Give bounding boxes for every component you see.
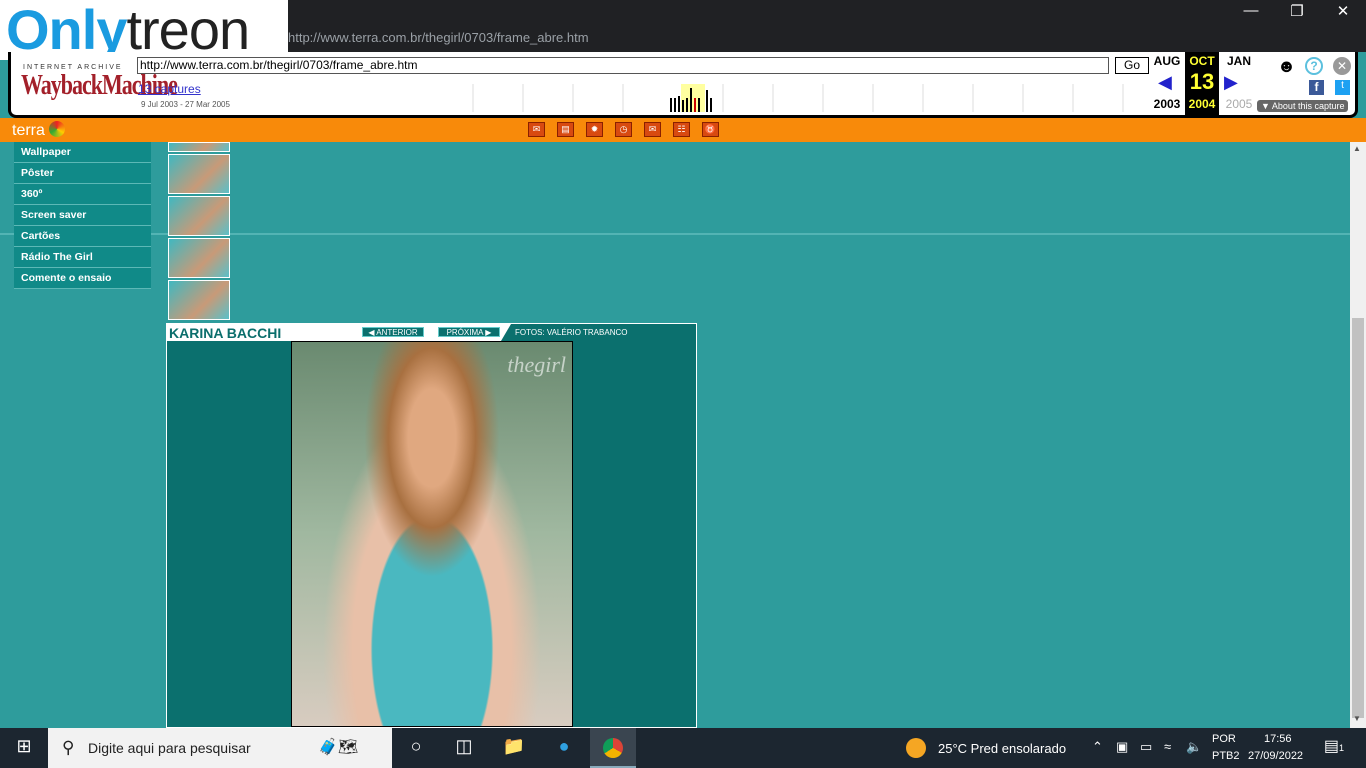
close-wayback-icon[interactable]: ✕	[1333, 57, 1351, 75]
next-button[interactable]: PRÓXIMA ▶	[438, 327, 500, 337]
scroll-up-icon[interactable]: ▲	[1353, 144, 1361, 153]
address-bar[interactable]: http://www.terra.com.br/thegirl/0703/fra…	[288, 30, 589, 45]
photo-credit: FOTOS: VALÉRIO TRABANCO	[501, 324, 696, 341]
notifications-icon[interactable]: ▤1	[1322, 736, 1346, 756]
volume-icon[interactable]: 🔈	[1186, 739, 1202, 755]
facebook-icon[interactable]: f	[1309, 80, 1324, 95]
next-capture-arrow-icon[interactable]: ▶	[1224, 72, 1238, 93]
photo-watermark: thegirl	[507, 352, 566, 377]
search-placeholder: Digite aqui para pesquisar	[88, 740, 251, 756]
help-icon[interactable]: ?	[1305, 57, 1323, 75]
language[interactable]: POR	[1212, 733, 1236, 745]
triangle-down-icon: ▼	[1261, 101, 1272, 111]
menu-item-cartoes[interactable]: Cartões	[14, 226, 151, 247]
taskbar: ⊞ ⚲ Digite aqui para pesquisar 🧳🗺 ○ ◫ 📁 …	[0, 728, 1366, 768]
search-icon: ⚲	[62, 738, 75, 757]
task-view-icon[interactable]: ◫	[452, 736, 476, 757]
model-name: KARINA BACCHI	[169, 325, 282, 341]
side-menu: Wallpaper Pôster 360º Screen saver Cartõ…	[14, 142, 151, 289]
search-highlight-icon: 🧳🗺	[318, 739, 359, 756]
thumbnail[interactable]	[168, 154, 230, 194]
scrollbar-thumb[interactable]	[1352, 318, 1364, 718]
prev-year[interactable]: 2003	[1151, 97, 1183, 111]
restore-button[interactable]: ❐	[1274, 2, 1320, 20]
thumbnail[interactable]	[168, 238, 230, 278]
terra-logo[interactable]: terra	[12, 121, 66, 140]
thumbnail[interactable]	[168, 280, 230, 320]
about-label: About this capture	[1271, 101, 1345, 111]
cart-icon[interactable]: ☷	[673, 122, 690, 137]
thumbnail-strip	[168, 142, 230, 322]
weather-text[interactable]: 25°C Pred ensolarado	[938, 741, 1066, 756]
prev-month-link[interactable]: AUG	[1151, 54, 1183, 68]
photo-header: KARINA BACCHI ◀ ANTERIOR PRÓXIMA ▶ FOTOS…	[167, 324, 696, 341]
capture-sparkline[interactable]	[471, 84, 1151, 112]
windows-start-icon[interactable]: ⊞	[12, 736, 36, 757]
wayback-url-input[interactable]: http://www.terra.com.br/thegirl/0703/fra…	[137, 57, 1109, 74]
menu-item-comment[interactable]: Comente o ensaio	[14, 268, 151, 289]
close-button[interactable]: ✕	[1320, 2, 1366, 20]
chrome-icon	[603, 738, 623, 758]
chat-icon[interactable]: ✉	[528, 122, 545, 137]
go-button[interactable]: Go	[1115, 57, 1149, 74]
menu-item-360[interactable]: 360º	[14, 184, 151, 205]
menu-item-poster[interactable]: Pôster	[14, 163, 151, 184]
photo-panel: KARINA BACCHI ◀ ANTERIOR PRÓXIMA ▶ FOTOS…	[166, 323, 697, 728]
current-month: OCT	[1189, 54, 1215, 68]
wayback-toolbar: INTERNET ARCHIVE WaybackMachine http://w…	[8, 52, 1358, 118]
file-explorer-icon[interactable]: 📁	[502, 736, 526, 757]
chevron-up-icon[interactable]: ⌃	[1092, 739, 1103, 755]
battery-icon[interactable]: ▭	[1140, 739, 1152, 755]
capture-range: 9 Jul 2003 - 27 Mar 2005	[141, 100, 230, 109]
keyboard-layout[interactable]: PTB2	[1212, 750, 1240, 762]
clock-date[interactable]: 27/09/2022	[1248, 750, 1303, 762]
cortana-icon[interactable]: ○	[404, 736, 428, 757]
chrome-taskbar-button[interactable]	[590, 728, 636, 768]
meet-icon[interactable]: ▣	[1116, 739, 1128, 755]
menu-item-screen-saver[interactable]: Screen saver	[14, 205, 151, 226]
current-capture: OCT 13 2004	[1185, 52, 1219, 115]
scrollbar[interactable]: ▲ ▼	[1350, 142, 1366, 728]
ball-icon[interactable]: ✹	[586, 122, 603, 137]
next-year: 2005	[1225, 97, 1253, 111]
main-photo: thegirl	[291, 341, 573, 727]
timer-icon[interactable]: ◷	[615, 122, 632, 137]
prev-capture-arrow-icon[interactable]: ◀	[1158, 72, 1172, 93]
wifi-icon[interactable]: ≈	[1164, 739, 1171, 754]
menu-item-radio[interactable]: Rádio The Girl	[14, 247, 151, 268]
about-capture-button[interactable]: ▼ About this capture	[1257, 100, 1349, 112]
scroll-down-icon[interactable]: ▼	[1353, 714, 1361, 723]
edge-icon[interactable]: ●	[552, 736, 576, 757]
next-month-link[interactable]: JAN	[1223, 54, 1255, 68]
clock-time[interactable]: 17:56	[1264, 733, 1292, 745]
document-icon[interactable]: ▤	[557, 122, 574, 137]
account-icon[interactable]: ☻	[1277, 56, 1296, 77]
current-day: 13	[1189, 69, 1215, 94]
zodiac-icon[interactable]: ♉	[702, 122, 719, 137]
captures-link[interactable]: 13 captures	[138, 82, 201, 96]
twitter-icon[interactable]: t	[1335, 80, 1350, 95]
thumbnail[interactable]	[168, 196, 230, 236]
minimize-button[interactable]: —	[1228, 2, 1274, 19]
current-year: 2004	[1188, 97, 1216, 111]
thumbnail[interactable]	[168, 142, 230, 152]
mail-icon[interactable]: ✉	[644, 122, 661, 137]
previous-button[interactable]: ◀ ANTERIOR	[362, 327, 424, 337]
terra-bar: terra ✉ ▤ ✹ ◷ ✉ ☷ ♉	[0, 118, 1366, 142]
taskbar-search[interactable]: ⚲ Digite aqui para pesquisar 🧳🗺	[48, 728, 392, 768]
menu-item-wallpaper[interactable]: Wallpaper	[14, 142, 151, 163]
weather-icon[interactable]	[906, 738, 926, 758]
onlytreon-watermark-logo: Onlytreon	[0, 0, 288, 60]
